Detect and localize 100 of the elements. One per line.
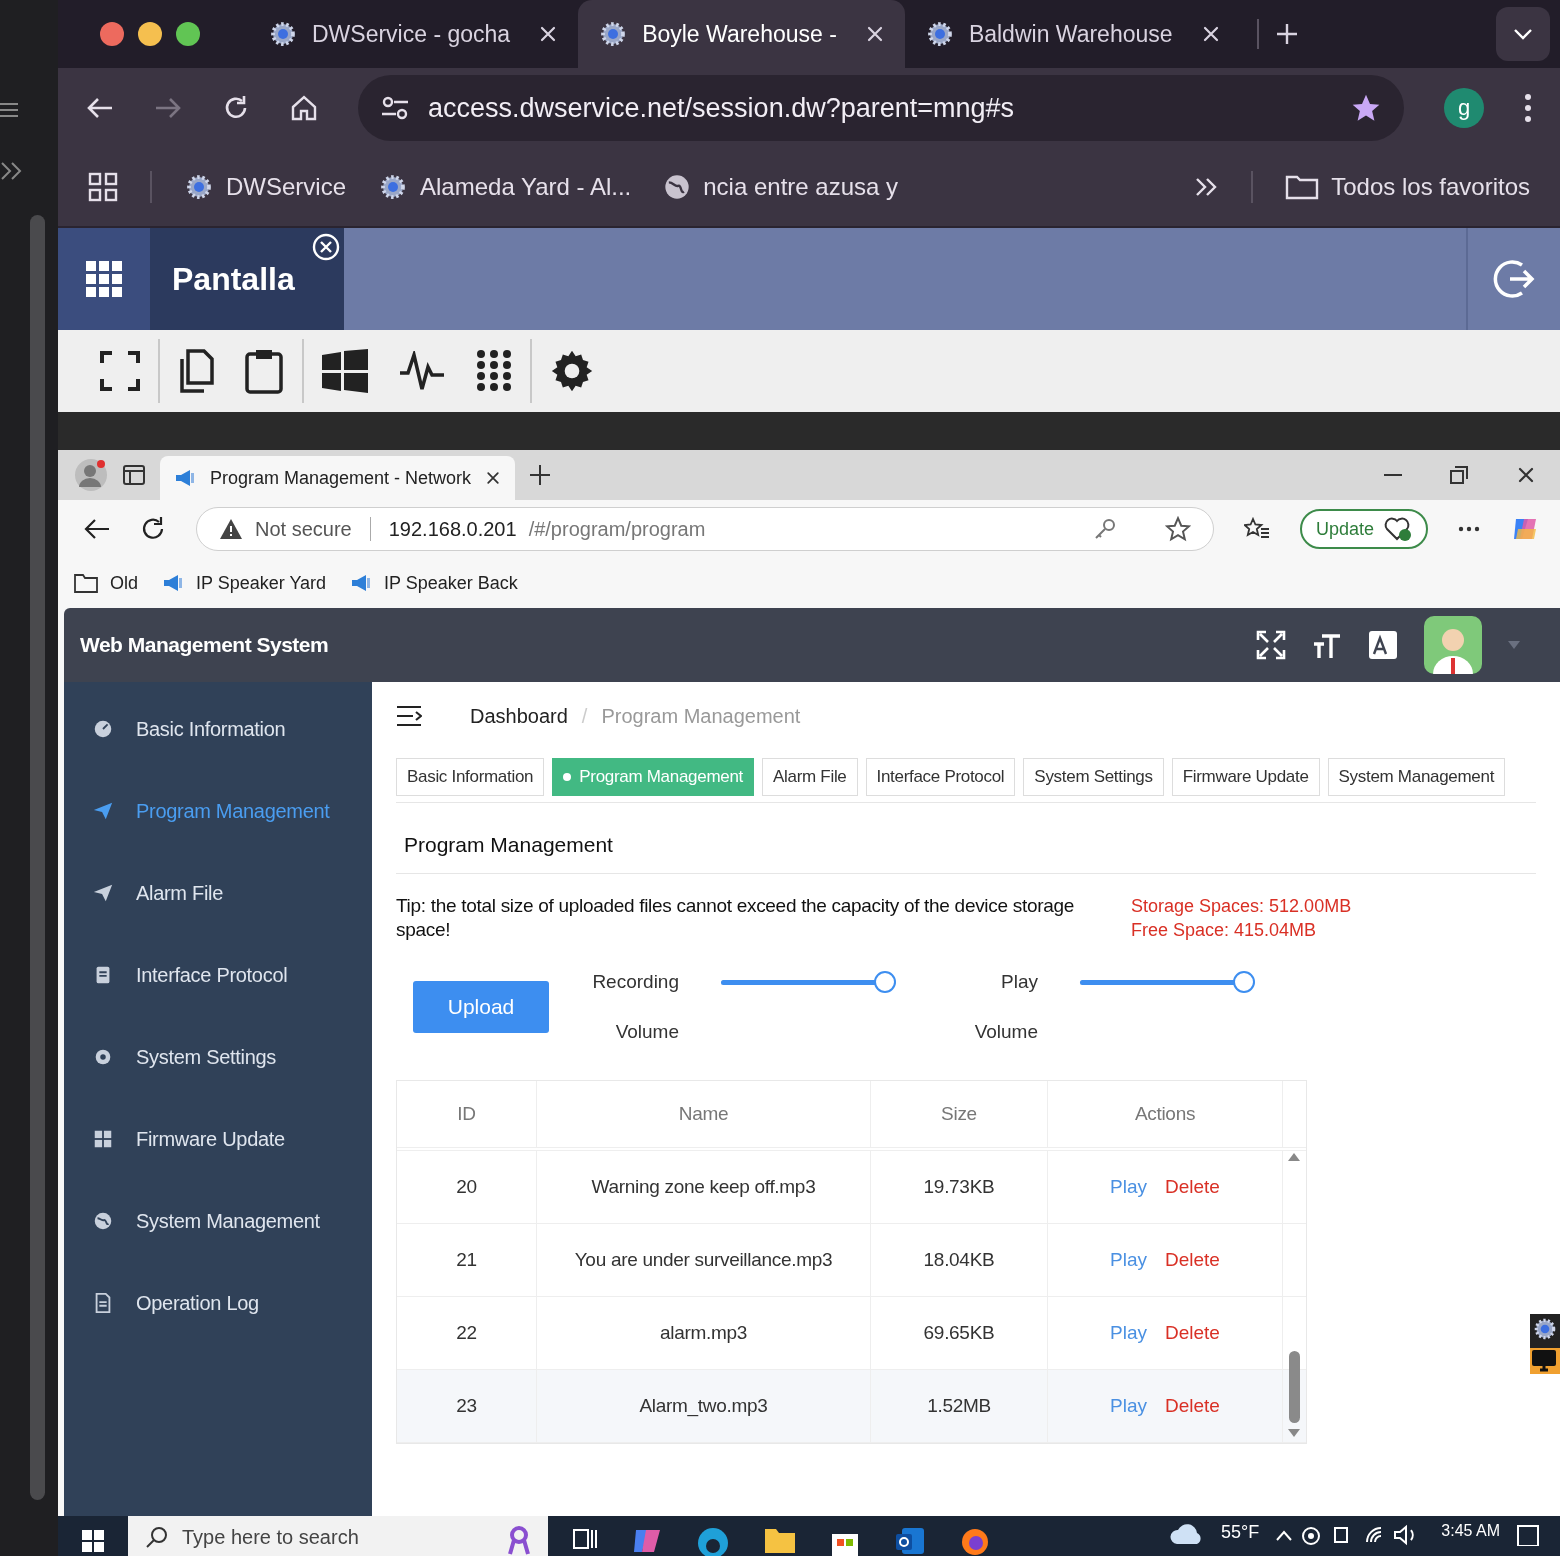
settings-icon[interactable] xyxy=(550,349,594,393)
delete-link[interactable]: Delete xyxy=(1165,1322,1220,1344)
dashboard-icon xyxy=(92,718,114,740)
new-tab-icon[interactable] xyxy=(529,464,552,486)
security-label[interactable]: Not secure xyxy=(255,517,352,541)
favorites-icon[interactable] xyxy=(1244,517,1270,541)
browser-tab[interactable]: Boyle Warehouse - xyxy=(578,0,905,68)
keypad-icon[interactable] xyxy=(476,349,512,393)
table-cell: 20 xyxy=(397,1151,537,1223)
notifications-icon[interactable] xyxy=(1516,1522,1540,1546)
apps-icon[interactable] xyxy=(88,172,118,202)
column-header: Actions xyxy=(1048,1081,1283,1147)
tab-actions-icon[interactable] xyxy=(122,464,146,486)
close-icon[interactable] xyxy=(485,470,502,486)
reload-icon[interactable] xyxy=(140,516,166,542)
chevron-down-icon[interactable] xyxy=(1513,28,1533,40)
restore-icon[interactable] xyxy=(1450,466,1468,484)
favicon-icon xyxy=(184,172,214,202)
scroll-up-icon[interactable] xyxy=(1288,1153,1300,1161)
clipboard-icon[interactable] xyxy=(244,348,284,394)
globe-icon xyxy=(92,1210,114,1232)
apps-grid-icon[interactable] xyxy=(86,261,122,297)
star-icon[interactable] xyxy=(1165,516,1191,542)
home-icon[interactable] xyxy=(290,94,318,122)
address-bar[interactable]: access.dwservice.net/session.dw?parent=mng#s xyxy=(358,75,1404,141)
scrollbar-thumb[interactable] xyxy=(1288,1351,1300,1423)
tab[interactable]: Basic Information xyxy=(396,758,545,796)
bookmark[interactable]: Old xyxy=(74,572,138,594)
sidebar-item[interactable]: Interface Protocol xyxy=(64,934,372,1016)
table-cell: 21 xyxy=(397,1224,537,1296)
breadcrumb-link[interactable]: Dashboard xyxy=(470,704,568,728)
table-cell: alarm.mp3 xyxy=(537,1297,871,1369)
column-header: Size xyxy=(871,1081,1048,1147)
close-window-button[interactable] xyxy=(100,22,124,46)
profile-icon[interactable] xyxy=(74,458,108,492)
sidebar-item[interactable]: Program Management xyxy=(64,770,372,852)
close-icon[interactable] xyxy=(1516,465,1536,485)
more-icon[interactable] xyxy=(1458,526,1481,532)
table-cell: 23 xyxy=(397,1370,537,1442)
heart-update-icon xyxy=(1384,516,1413,542)
bookmark[interactable]: ncia entre azusa y xyxy=(663,173,898,201)
tab[interactable]: Interface Protocol xyxy=(865,758,1016,796)
update-button[interactable]: Update xyxy=(1300,509,1429,549)
forward-icon[interactable] xyxy=(154,96,182,120)
profile-avatar[interactable]: g xyxy=(1444,88,1484,128)
back-icon[interactable] xyxy=(84,518,110,540)
tab[interactable]: System Settings xyxy=(1023,758,1164,796)
sidebar-item[interactable]: Operation Log xyxy=(64,1262,372,1344)
bookmark[interactable]: DWService xyxy=(184,172,346,202)
close-circle-icon[interactable] xyxy=(312,233,340,261)
globe-icon xyxy=(663,173,692,201)
bookmark[interactable]: Alameda Yard - Al... xyxy=(378,172,632,202)
browser-tab[interactable]: DWService - gocha xyxy=(248,0,579,68)
activity-icon[interactable] xyxy=(398,351,446,391)
windows-icon[interactable] xyxy=(82,1530,104,1552)
scrollbar[interactable] xyxy=(30,215,45,1500)
folder-icon[interactable] xyxy=(764,1526,796,1554)
sidebar-item[interactable]: System Settings xyxy=(64,1016,372,1098)
mail-icon[interactable] xyxy=(894,1526,926,1556)
menu-icon[interactable] xyxy=(396,705,422,727)
app-title: Web Management System xyxy=(80,633,329,657)
minimize-window-button[interactable] xyxy=(138,22,162,46)
browser-tab[interactable]: Baldwin Warehouse xyxy=(904,0,1241,68)
browser-icon[interactable] xyxy=(696,1526,730,1556)
delete-link[interactable]: Delete xyxy=(1165,1176,1220,1198)
delete-link[interactable]: Delete xyxy=(1165,1249,1220,1271)
fullscreen-icon[interactable] xyxy=(100,351,140,391)
tab[interactable]: Alarm File xyxy=(762,758,858,796)
address-bar[interactable]: Not secure 192.168.0.201 /#/program/program xyxy=(196,507,1214,551)
sidebar-item[interactable]: System Management xyxy=(64,1180,372,1262)
task-view-icon[interactable] xyxy=(572,1526,598,1552)
scroll-down-icon[interactable] xyxy=(1288,1429,1300,1437)
bookmark[interactable]: IP Speaker Back xyxy=(350,572,518,594)
tab[interactable]: System Management xyxy=(1327,758,1506,796)
paper-plane-icon xyxy=(92,800,114,822)
bookmark[interactable]: IP Speaker Yard xyxy=(162,572,327,594)
user-avatar[interactable] xyxy=(1424,616,1482,674)
search-field[interactable]: Type here to search xyxy=(128,1516,548,1556)
browser-tab[interactable]: Program Management - Network xyxy=(160,456,516,500)
sidebar-item[interactable]: Basic Information xyxy=(64,688,372,770)
windows-icon[interactable] xyxy=(322,349,368,393)
search-icon xyxy=(146,1526,168,1548)
logout-icon[interactable] xyxy=(1492,257,1536,301)
session-tab[interactable]: Pantalla xyxy=(150,228,344,330)
favicon-icon xyxy=(378,172,408,202)
bookmark-folder[interactable]: Todos los favoritos xyxy=(1285,173,1530,201)
table-cell: 1.52MB xyxy=(871,1370,1048,1442)
key-icon[interactable] xyxy=(1093,517,1117,541)
sidebar-item[interactable]: Alarm File xyxy=(64,852,372,934)
zoom-window-button[interactable] xyxy=(176,22,200,46)
tab[interactable]: Firmware Update xyxy=(1171,758,1320,796)
section-title: Program Management xyxy=(396,803,1536,874)
more-icon[interactable] xyxy=(1524,93,1532,123)
sidebar-item[interactable]: Firmware Update xyxy=(64,1098,372,1180)
minimize-icon[interactable] xyxy=(1384,473,1402,477)
translate-icon[interactable] xyxy=(1368,630,1398,660)
monitor-icon[interactable] xyxy=(1530,1348,1558,1374)
delete-link[interactable]: Delete xyxy=(1165,1395,1220,1417)
copy-icon[interactable] xyxy=(178,349,214,393)
site-settings-icon[interactable] xyxy=(380,94,410,122)
